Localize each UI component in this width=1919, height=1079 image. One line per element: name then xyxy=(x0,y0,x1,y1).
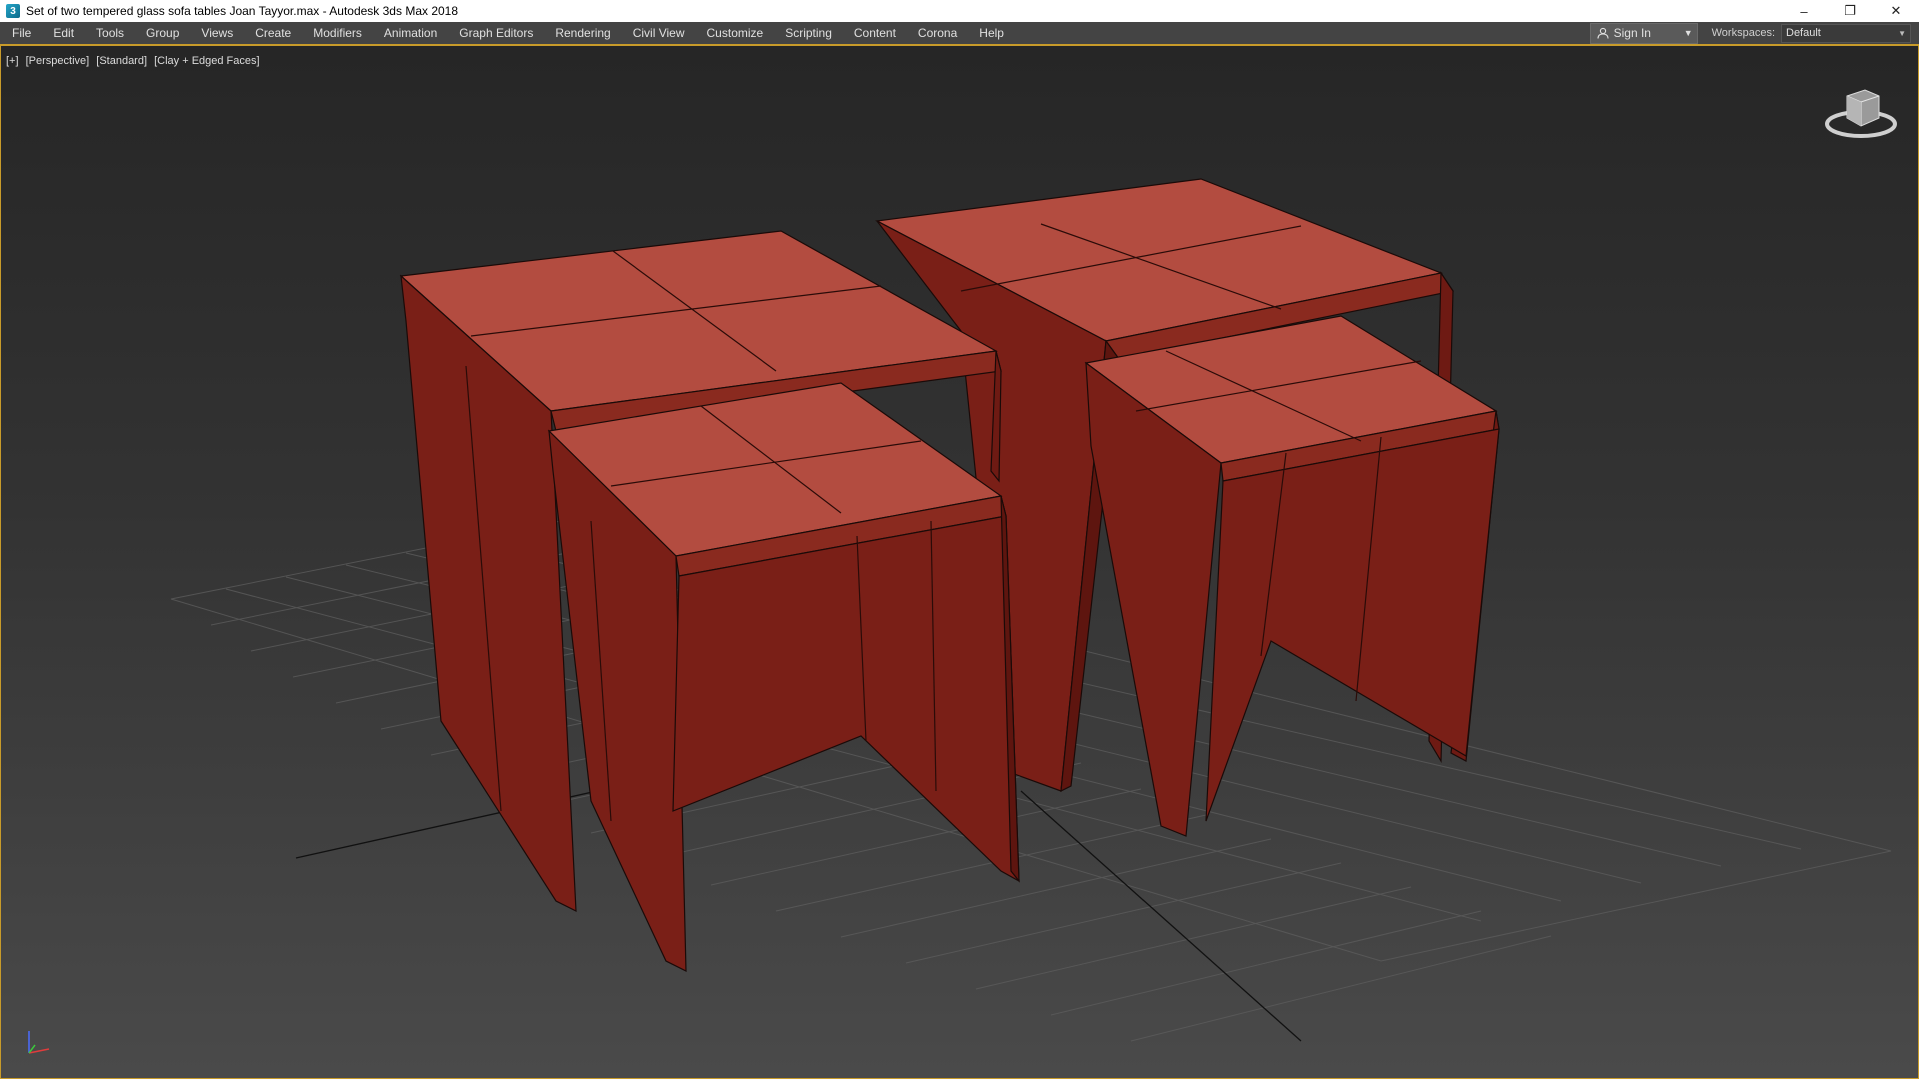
3ds-max-window: 3 Set of two tempered glass sofa tables … xyxy=(0,0,1919,1079)
menu-views[interactable]: Views xyxy=(189,26,243,40)
sign-in-label: Sign In xyxy=(1613,26,1651,40)
menu-graph-editors[interactable]: Graph Editors xyxy=(447,26,543,40)
menu-help[interactable]: Help xyxy=(967,26,1014,40)
3ds-max-app-icon: 3 xyxy=(6,4,20,18)
viewport-scene xyxy=(170,178,1892,1042)
menu-civil-view[interactable]: Civil View xyxy=(621,26,695,40)
title-bar: 3 Set of two tempered glass sofa tables … xyxy=(0,0,1919,22)
viewport-plus-menu[interactable]: [+] xyxy=(6,55,19,67)
close-button[interactable]: ✕ xyxy=(1873,0,1919,22)
table-small-left xyxy=(547,382,1020,972)
table-small-right xyxy=(1084,315,1500,837)
menu-edit[interactable]: Edit xyxy=(41,26,84,40)
viewport-label-menu[interactable]: [+] [Perspective] [Standard] [Clay + Edg… xyxy=(6,55,264,67)
sign-in-dropdown[interactable]: Sign In ▼ xyxy=(1589,22,1698,44)
menu-corona[interactable]: Corona xyxy=(906,26,967,40)
minimize-button[interactable]: – xyxy=(1781,0,1827,22)
chevron-down-icon: ▼ xyxy=(1683,28,1693,38)
workspaces-label: Workspaces: xyxy=(1711,27,1775,39)
chevron-down-icon: ▼ xyxy=(1898,28,1906,38)
menu-file[interactable]: File xyxy=(0,26,41,40)
menu-content[interactable]: Content xyxy=(842,26,906,40)
menu-animation[interactable]: Animation xyxy=(372,26,447,40)
menu-scripting[interactable]: Scripting xyxy=(773,26,842,40)
viewcube-icon[interactable] xyxy=(1821,76,1901,146)
viewport-shading-standard-menu[interactable]: [Standard] xyxy=(96,55,147,67)
menu-modifiers[interactable]: Modifiers xyxy=(301,26,372,40)
menu-customize[interactable]: Customize xyxy=(695,26,774,40)
menu-create[interactable]: Create xyxy=(243,26,301,40)
axis-tripod-icon xyxy=(28,1031,50,1054)
menu-group[interactable]: Group xyxy=(134,26,189,40)
perspective-viewport[interactable]: [+] [Perspective] [Standard] [Clay + Edg… xyxy=(0,45,1919,1079)
workspace-value: Default xyxy=(1786,27,1821,39)
menu-bar: File Edit Tools Group Views Create Modif… xyxy=(0,22,1919,45)
menu-rendering[interactable]: Rendering xyxy=(543,26,620,40)
restore-button[interactable]: ❐ xyxy=(1827,0,1873,22)
viewport-visual-style-menu[interactable]: [Clay + Edged Faces] xyxy=(154,55,259,67)
window-title: Set of two tempered glass sofa tables Jo… xyxy=(26,4,459,18)
workspace-select[interactable]: Default ▼ xyxy=(1781,23,1911,43)
menu-tools[interactable]: Tools xyxy=(84,26,134,40)
viewport-pov-menu[interactable]: [Perspective] xyxy=(26,55,90,67)
user-icon xyxy=(1597,27,1609,39)
